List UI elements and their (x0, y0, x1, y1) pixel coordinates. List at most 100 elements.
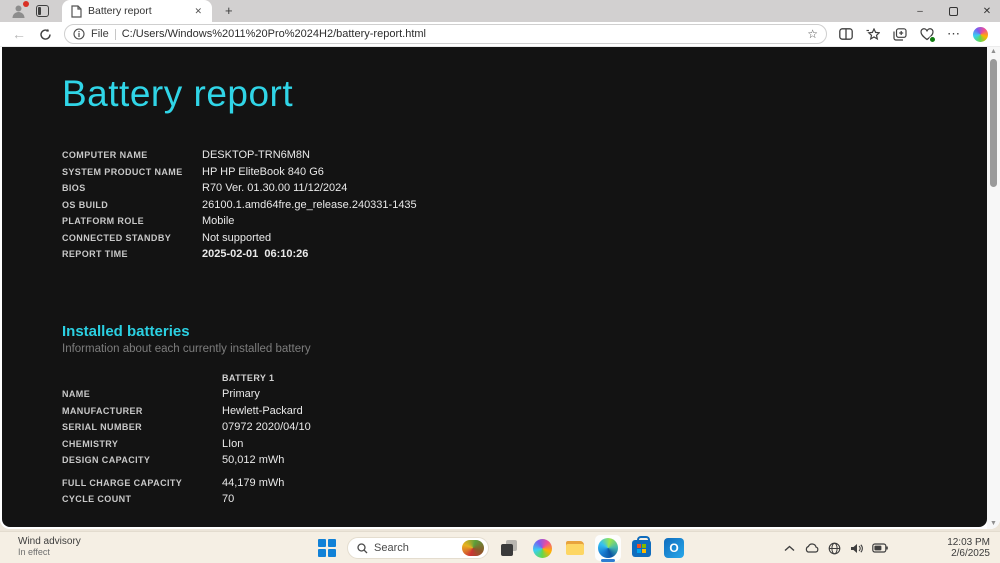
microsoft-store-button[interactable] (628, 535, 654, 561)
active-app-indicator (601, 559, 615, 562)
tab-title: Battery report (88, 5, 190, 17)
edge-button[interactable] (595, 535, 621, 561)
table-row: NAMEPrimary (62, 386, 987, 403)
table-row: BIOSR70 Ver. 01.30.00 11/12/2024 (62, 180, 987, 197)
table-row: FULL CHARGE CAPACITY44,179 mWh (62, 475, 987, 492)
scrollbar-thumb[interactable] (990, 59, 997, 187)
minimize-button[interactable]: – (913, 6, 927, 17)
start-button[interactable] (314, 535, 340, 561)
profile-avatar[interactable] (10, 3, 27, 20)
desktop: Battery report ✕ + – ✕ ← (0, 0, 1000, 563)
browser-tab[interactable]: Battery report ✕ (62, 0, 212, 22)
new-tab-button[interactable]: + (220, 3, 238, 18)
clock-date: 2/6/2025 (947, 548, 990, 559)
search-daily-image[interactable] (462, 540, 484, 556)
favorite-star-icon[interactable]: ☆ (807, 27, 818, 41)
row-label: CYCLE COUNT (62, 491, 222, 508)
section-heading: Installed batteries (62, 323, 987, 340)
volume-icon[interactable] (850, 543, 863, 554)
page-title: Battery report (62, 73, 987, 115)
address-divider (115, 29, 116, 40)
weather-widget[interactable]: Wind advisory In effect (18, 536, 81, 557)
table-row: MANUFACTURERHewlett-Packard (62, 403, 987, 420)
table-row: SYSTEM PRODUCT NAMEHP HP EliteBook 840 G… (62, 164, 987, 181)
table-row: PLATFORM ROLEMobile (62, 213, 987, 230)
address-scheme-label: File (91, 28, 109, 40)
settings-ellipsis-icon[interactable]: ⋯ (946, 26, 962, 42)
row-value: 07972 2020/04/10 (222, 419, 311, 436)
info-icon[interactable] (73, 28, 85, 40)
copilot-icon[interactable] (973, 27, 988, 42)
table-row: DESIGN CAPACITY50,012 mWh (62, 452, 987, 469)
page-icon (71, 5, 82, 18)
table-row: CYCLE COUNT70 (62, 491, 987, 508)
collections-icon[interactable] (892, 26, 908, 42)
address-url[interactable]: C:/Users/Windows%2011%20Pro%2024H2/batte… (122, 28, 802, 40)
tab-close-icon[interactable]: ✕ (190, 4, 206, 19)
favorites-icon[interactable] (865, 26, 881, 42)
tab-actions-icon[interactable] (36, 5, 49, 17)
row-label: COMPUTER NAME (62, 147, 202, 164)
row-label: CHEMISTRY (62, 436, 222, 453)
taskbar-search[interactable]: Search (347, 537, 489, 559)
installed-batteries-section: Installed batteries Information about ea… (62, 323, 987, 508)
network-icon[interactable] (828, 542, 841, 555)
weather-subtext: In effect (18, 547, 81, 557)
taskbar-clock[interactable]: 12:03 PM 2/6/2025 (947, 537, 990, 559)
row-value: Not supported (202, 230, 271, 247)
address-bar[interactable]: File C:/Users/Windows%2011%20Pro%2024H2/… (64, 24, 827, 44)
maximize-button[interactable] (949, 7, 958, 16)
browser-toolbar: ← File C:/Users/Windows%2011%20Pro%2024H… (0, 22, 1000, 47)
row-value: Mobile (202, 213, 234, 230)
row-value: 26100.1.amd64fre.ge_release.240331-1435 (202, 197, 417, 214)
browser-window: Battery report ✕ + – ✕ ← (0, 0, 1000, 529)
taskbar: Wind advisory In effect Search (0, 531, 1000, 563)
store-icon (632, 540, 651, 557)
hidden-icons-chevron[interactable] (784, 545, 795, 552)
row-label: OS BUILD (62, 197, 202, 214)
battery-column-header: BATTERY 1 (222, 370, 274, 387)
row-label: SYSTEM PRODUCT NAME (62, 164, 202, 181)
battery-column-header-row: BATTERY 1 (62, 370, 987, 387)
edge-icon (598, 538, 618, 558)
row-value: 2025-02-01 06:10:26 (202, 246, 308, 263)
refresh-icon[interactable] (37, 26, 53, 42)
row-value: Hewlett-Packard (222, 403, 303, 420)
page-content-area: Battery report COMPUTER NAMEDESKTOP-TRN6… (0, 47, 1000, 529)
row-label: PLATFORM ROLE (62, 213, 202, 230)
battery-report-document: Battery report COMPUTER NAMEDESKTOP-TRN6… (2, 47, 987, 527)
close-button[interactable]: ✕ (980, 6, 994, 17)
taskbar-center: Search (314, 532, 687, 563)
clock-time: 12:03 PM (947, 537, 990, 548)
table-row: CHEMISTRYLIon (62, 436, 987, 453)
onedrive-cloud-icon[interactable] (804, 543, 819, 553)
system-info-table: COMPUTER NAMEDESKTOP-TRN6M8NSYSTEM PRODU… (62, 147, 987, 263)
row-value: LIon (222, 436, 243, 453)
table-row: CONNECTED STANDBYNot supported (62, 230, 987, 247)
row-label: REPORT TIME (62, 246, 202, 263)
browser-essentials-icon[interactable] (919, 26, 935, 42)
table-row: SERIAL NUMBER07972 2020/04/10 (62, 419, 987, 436)
scrollbar[interactable]: ▲ ▼ (987, 47, 1000, 529)
row-value: 50,012 mWh (222, 452, 284, 469)
row-label: BIOS (62, 180, 202, 197)
table-row: COMPUTER NAMEDESKTOP-TRN6M8N (62, 147, 987, 164)
search-icon (357, 543, 368, 554)
outlook-icon: O (664, 538, 684, 558)
section-subtitle: Information about each currently install… (62, 343, 987, 355)
outlook-button[interactable]: O (661, 535, 687, 561)
row-label: DESIGN CAPACITY (62, 452, 222, 469)
row-value: 44,179 mWh (222, 475, 284, 492)
table-row: OS BUILD26100.1.amd64fre.ge_release.2403… (62, 197, 987, 214)
file-explorer-button[interactable] (562, 535, 588, 561)
split-screen-icon[interactable] (838, 26, 854, 42)
battery-icon[interactable] (872, 543, 888, 553)
task-view-button[interactable] (496, 535, 522, 561)
row-label: CONNECTED STANDBY (62, 230, 202, 247)
copilot-icon (533, 539, 552, 558)
scroll-down-icon[interactable]: ▼ (990, 519, 997, 529)
row-value: 70 (222, 491, 234, 508)
back-icon[interactable]: ← (12, 27, 26, 41)
scroll-up-icon[interactable]: ▲ (990, 47, 997, 57)
copilot-taskbar-button[interactable] (529, 535, 555, 561)
